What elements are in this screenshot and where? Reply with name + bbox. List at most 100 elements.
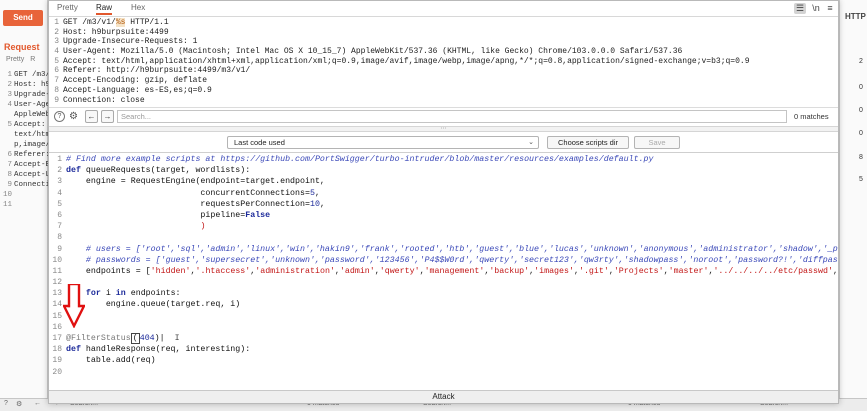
- payload-marker[interactable]: %s: [115, 18, 126, 27]
- line-number: 2: [54, 27, 59, 37]
- request-line[interactable]: 8 Accept-Language: es-ES,es;q=0.9: [49, 86, 838, 96]
- line-number: 9: [57, 244, 62, 254]
- code-line[interactable]: ): [66, 221, 838, 232]
- response-row-value: 0: [859, 130, 863, 137]
- background-request-line: 9 Connecti: [0, 180, 48, 190]
- attack-button[interactable]: Attack: [49, 390, 838, 403]
- script-select[interactable]: Last code used ⌄: [227, 136, 539, 149]
- code-line[interactable]: [66, 367, 838, 378]
- line-number: 10: [52, 255, 62, 265]
- request-line[interactable]: 6 Referer: http://h9burpsuite:4499/m3/v1/: [49, 66, 838, 76]
- request-line[interactable]: 7 Accept-Encoding: gzip, deflate: [49, 76, 838, 86]
- gear-icon[interactable]: ⚙: [68, 111, 79, 122]
- code-line[interactable]: # passwords = ['guest','supersecret','un…: [66, 255, 838, 266]
- request-matches-count: 0 matches: [794, 112, 829, 121]
- code-line[interactable]: [66, 311, 838, 322]
- script-select-value: Last code used: [234, 138, 285, 147]
- line-number: 8: [57, 233, 62, 243]
- send-button[interactable]: Send: [3, 10, 43, 26]
- code-line[interactable]: table.add(req): [66, 355, 838, 366]
- line-number: 3: [54, 37, 59, 47]
- line-number: 8: [54, 85, 59, 95]
- newline-icon[interactable]: \n: [810, 3, 822, 14]
- help-icon[interactable]: ?: [4, 400, 8, 407]
- editor-tabbar: Pretty Raw Hex ☰ \n ≡: [49, 1, 838, 17]
- menu-icon[interactable]: ≡: [824, 3, 836, 14]
- request-line-text: Accept: text/html,application/xhtml+xml,…: [63, 56, 750, 66]
- tab-raw[interactable]: Raw: [96, 3, 113, 15]
- line-number: 20: [52, 367, 62, 377]
- line-number: 8: [7, 171, 12, 179]
- request-line[interactable]: 2 Host: h9burpsuite:4499: [49, 28, 838, 38]
- request-line-text: User-Agent: Mozilla/5.0 (Macintosh; Inte…: [63, 47, 683, 57]
- choose-scripts-dir-button[interactable]: Choose scripts dir: [547, 136, 629, 149]
- tab-pretty[interactable]: Pretty: [57, 3, 78, 12]
- line-number: 4: [57, 188, 62, 198]
- background-request-line: 8 Accept-L: [0, 170, 48, 180]
- line-text: Host: h9: [14, 81, 48, 89]
- code-line[interactable]: engine = RequestEngine(endpoint=target.e…: [66, 176, 838, 187]
- background-request-pane: Send Request Pretty R 1 GET /m3/2 Host: h9 3…: [0, 0, 48, 411]
- code-line[interactable]: [66, 322, 838, 333]
- code-line[interactable]: for i in endpoints:: [66, 288, 838, 299]
- back-arrow-icon[interactable]: ←: [34, 400, 41, 407]
- script-code-lines[interactable]: # Find more example scripts at https://g…: [66, 154, 838, 378]
- background-request-line: 3 Upgrade-: [0, 90, 48, 100]
- tab-raw-bg[interactable]: R: [30, 56, 35, 63]
- request-line[interactable]: 5 Accept: text/html,application/xhtml+xml…: [49, 57, 838, 67]
- request-line[interactable]: 4 User-Agent: Mozilla/5.0 (Macintosh; Int…: [49, 47, 838, 57]
- request-line-text: Referer: http://h9burpsuite:4499/m3/v1/: [63, 66, 251, 76]
- line-number: 7: [54, 76, 59, 86]
- code-line[interactable]: @FilterStatus(404)| I: [66, 333, 838, 344]
- request-line[interactable]: 3 Upgrade-Insecure-Requests: 1: [49, 37, 838, 47]
- chevron-down-icon: ⌄: [528, 139, 534, 146]
- background-tabs: Pretty R: [0, 56, 48, 68]
- previous-match-button[interactable]: ←: [85, 110, 98, 123]
- turbo-intruder-window: Pretty Raw Hex ☰ \n ≡ 1 GET /m3/v1/%s HTT…: [48, 0, 839, 404]
- line-number: 5: [54, 56, 59, 66]
- line-number: 2: [7, 81, 12, 89]
- request-line-text: Connection: close: [63, 95, 145, 105]
- background-request-line: AppleWeb: [0, 110, 48, 120]
- code-line[interactable]: requestsPerConnection=10,: [66, 199, 838, 210]
- code-line[interactable]: pipeline=False: [66, 210, 838, 221]
- settings-icon[interactable]: ⚙: [16, 400, 22, 408]
- tab-pretty-bg[interactable]: Pretty: [6, 56, 24, 63]
- request-search-bar: ? ⚙ ← → Search... 0 matches: [49, 107, 838, 125]
- background-request-lines: 1 GET /m3/2 Host: h9 3 Upgrade- 4 User-Age Appl…: [0, 70, 48, 210]
- help-icon[interactable]: ?: [54, 111, 65, 122]
- line-number: 16: [52, 322, 62, 332]
- code-line[interactable]: endpoints = ['hidden','.htaccess','admin…: [66, 266, 838, 277]
- code-line[interactable]: engine.queue(target.req, i): [66, 299, 838, 310]
- request-search-input[interactable]: Search...: [117, 110, 787, 123]
- request-line[interactable]: 9 Connection: close: [49, 96, 838, 106]
- background-response-pane: HTTP 2 0 0 0 8 5: [839, 0, 867, 411]
- next-match-button[interactable]: →: [101, 110, 114, 123]
- save-button[interactable]: Save: [634, 136, 680, 149]
- line-number: 10: [2, 191, 12, 199]
- code-line[interactable]: def queueRequests(target, wordlists):: [66, 165, 838, 176]
- raw-request-editor[interactable]: 1 GET /m3/v1/%s HTTP/1.1 2 Host: h9burpsuit…: [49, 18, 838, 106]
- request-line[interactable]: 1 GET /m3/v1/%s HTTP/1.1: [49, 18, 838, 28]
- line-number: 1: [54, 18, 59, 27]
- list-icon[interactable]: ☰: [794, 3, 806, 14]
- background-request-line: 6 Referer:: [0, 150, 48, 160]
- code-line[interactable]: concurrentConnections=5,: [66, 188, 838, 199]
- code-line[interactable]: # users = ['root','sql','admin','linux',…: [66, 244, 838, 255]
- response-row-value: 5: [859, 176, 863, 183]
- request-line-text: GET /m3/v1/: [63, 18, 116, 27]
- pane-splitter[interactable]: ⋯: [49, 126, 838, 132]
- tab-hex[interactable]: Hex: [131, 3, 145, 12]
- code-line[interactable]: [66, 277, 838, 288]
- background-request-line: p,image/: [0, 140, 48, 150]
- script-editor[interactable]: 1 2 3 4 5 6 7 8 9 10 11 12 13 14 15 16 17 18 19 20 # Find m…: [49, 154, 838, 390]
- code-line[interactable]: def handleResponse(req, interesting):: [66, 344, 838, 355]
- line-number: 1: [7, 71, 12, 79]
- line-number: 9: [7, 181, 12, 189]
- line-number: 6: [54, 66, 59, 76]
- line-number: 9: [54, 95, 59, 105]
- line-number: 19: [52, 356, 62, 366]
- code-line[interactable]: [66, 232, 838, 243]
- code-line[interactable]: # Find more example scripts at https://g…: [66, 154, 838, 165]
- response-row-value: 8: [859, 154, 863, 161]
